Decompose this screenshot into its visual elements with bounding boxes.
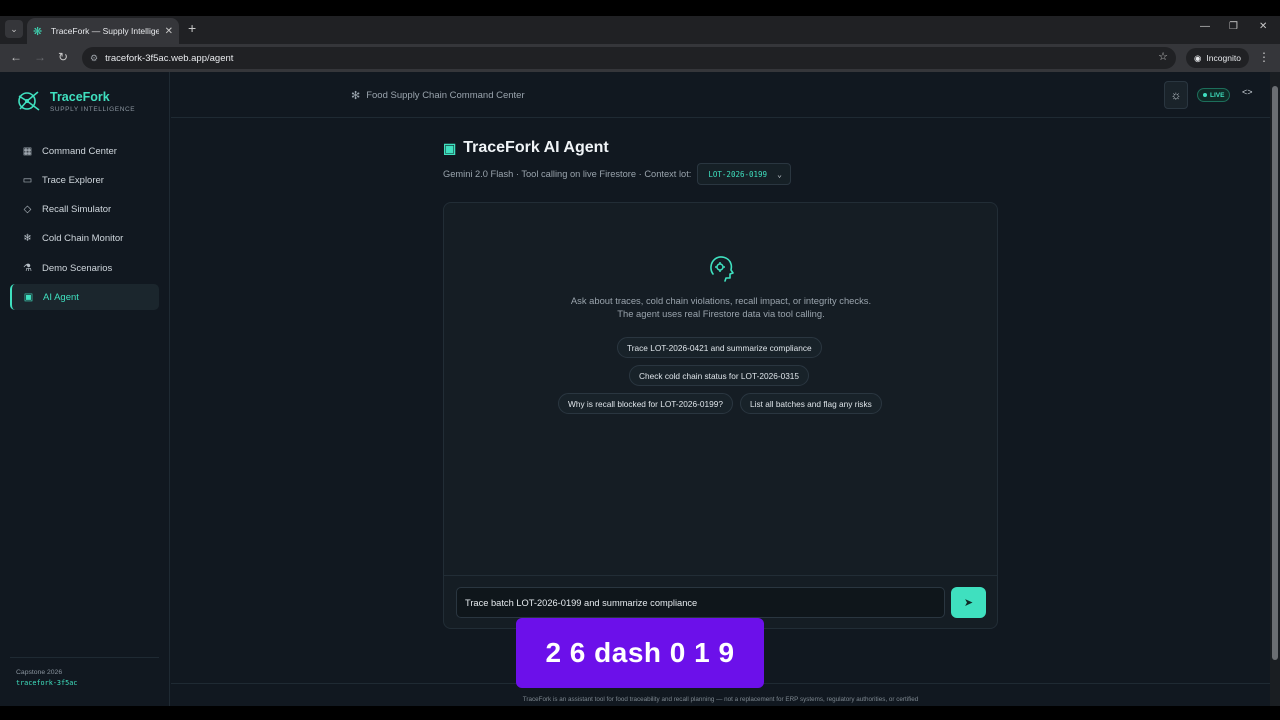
network-icon: ✻ bbox=[351, 90, 361, 102]
tracefork-favicon-icon: ❋ bbox=[33, 25, 43, 38]
chevron-down-icon: ⌄ bbox=[777, 169, 782, 179]
sidebar-item-label: Trace Explorer bbox=[42, 174, 104, 186]
brain-gear-icon bbox=[710, 256, 734, 282]
browser-menu-icon[interactable]: ⋮ bbox=[1258, 50, 1270, 64]
snowflake-icon: ❄ bbox=[23, 233, 32, 245]
page-title: ▣ TraceFork AI Agent bbox=[443, 139, 609, 157]
page-scrollbar[interactable] bbox=[1270, 72, 1280, 706]
incognito-label: Incognito bbox=[1206, 53, 1241, 63]
agent-intro-text: Ask about traces, cold chain violations,… bbox=[570, 295, 872, 319]
suggestion-chip[interactable]: Trace LOT-2026-0421 and summarize compli… bbox=[617, 337, 822, 358]
window-close-icon[interactable]: ✕ bbox=[1259, 21, 1267, 32]
header-title: ✻ Food Supply Chain Command Center bbox=[351, 89, 525, 102]
letterbox-bottom bbox=[0, 706, 1280, 720]
flask-icon: ⚗ bbox=[23, 262, 32, 274]
live-dot-icon bbox=[1203, 93, 1207, 97]
suggestion-chip[interactable]: List all batches and flag any risks bbox=[740, 393, 882, 414]
robot-icon: ▣ bbox=[23, 291, 34, 303]
diamond-icon: ◇ bbox=[23, 204, 32, 216]
code-icon[interactable]: <> bbox=[1242, 87, 1253, 97]
sidebar: TraceFork SUPPLY INTELLIGENCE ▦ Command … bbox=[0, 72, 170, 706]
tab-close-icon[interactable]: ✕ bbox=[165, 26, 173, 37]
send-button[interactable]: ➤ bbox=[951, 587, 986, 618]
sidebar-item-trace-explorer[interactable]: ▭ Trace Explorer bbox=[10, 167, 159, 193]
robot-icon: ▣ bbox=[443, 139, 457, 156]
site-info-icon[interactable]: ⚙ bbox=[90, 53, 98, 64]
app-header: ✻ Food Supply Chain Command Center ☼ LIV… bbox=[171, 72, 1270, 118]
live-badge: LIVE bbox=[1197, 88, 1231, 102]
bookmark-star-icon[interactable]: ☆ bbox=[1158, 50, 1168, 63]
theme-toggle-button[interactable]: ☼ bbox=[1164, 81, 1188, 109]
page-subtitle-text: Gemini 2.0 Flash · Tool calling on live … bbox=[443, 169, 692, 179]
sidebar-item-demo-scenarios[interactable]: ⚗ Demo Scenarios bbox=[10, 255, 159, 281]
tab-search-button[interactable]: ⌄ bbox=[5, 20, 23, 38]
maximize-icon[interactable]: ❐ bbox=[1229, 21, 1238, 32]
send-icon: ➤ bbox=[963, 597, 974, 609]
forward-icon[interactable]: → bbox=[34, 50, 46, 64]
sidebar-nav: ▦ Command Center ▭ Trace Explorer ◇ Reca… bbox=[10, 138, 159, 314]
sidebar-item-label: Recall Simulator bbox=[42, 204, 112, 216]
chat-panel: Ask about traces, cold chain violations,… bbox=[443, 202, 998, 629]
sun-icon: ☼ bbox=[1170, 88, 1182, 102]
brand[interactable]: TraceFork SUPPLY INTELLIGENCE bbox=[16, 88, 135, 114]
sidebar-item-label: Command Center bbox=[42, 145, 117, 157]
reload-icon[interactable]: ↻ bbox=[58, 50, 68, 64]
url-text: tracefork-3f5ac.web.app/agent bbox=[105, 52, 234, 64]
tab-title: TraceFork — Supply Intelligence bbox=[51, 26, 159, 36]
suggestion-chip[interactable]: Why is recall blocked for LOT-2026-0199? bbox=[558, 393, 733, 414]
sidebar-item-recall-simulator[interactable]: ◇ Recall Simulator bbox=[10, 197, 159, 223]
sidebar-item-command-center[interactable]: ▦ Command Center bbox=[10, 138, 159, 164]
scrollbar-thumb[interactable] bbox=[1272, 86, 1278, 660]
context-lot-select[interactable]: LOT-2026-0199 ⌄ bbox=[697, 163, 791, 185]
browser-tab[interactable]: ❋ TraceFork — Supply Intelligence ✕ bbox=[27, 18, 179, 44]
browser-tabstrip: ⌄ ❋ TraceFork — Supply Intelligence ✕ + … bbox=[0, 16, 1280, 44]
browser-toolbar: ← → ↻ ⚙ tracefork-3f5ac.web.app/agent ☆ … bbox=[0, 44, 1280, 72]
header-title-text: Food Supply Chain Command Center bbox=[366, 90, 525, 101]
minimize-icon[interactable]: — bbox=[1200, 21, 1210, 32]
live-label: LIVE bbox=[1210, 91, 1225, 99]
sidebar-item-label: AI Agent bbox=[43, 291, 79, 303]
address-bar[interactable]: ⚙ tracefork-3f5ac.web.app/agent ☆ bbox=[82, 47, 1176, 69]
monitor-icon: ▭ bbox=[22, 174, 33, 186]
chat-input[interactable]: Trace batch LOT-2026-0199 and summarize … bbox=[456, 587, 945, 618]
letterbox-top bbox=[0, 0, 1280, 16]
brand-subtitle: SUPPLY INTELLIGENCE bbox=[50, 105, 136, 113]
video-caption-overlay: 2 6 dash 0 1 9 bbox=[516, 618, 764, 688]
back-icon[interactable]: ← bbox=[10, 50, 22, 64]
app-root: TraceFork SUPPLY INTELLIGENCE ▦ Command … bbox=[0, 72, 1270, 706]
incognito-icon: ◉ bbox=[1194, 52, 1202, 63]
composer-divider bbox=[444, 575, 997, 576]
context-lot-value: LOT-2026-0199 bbox=[708, 169, 768, 179]
sidebar-item-label: Cold Chain Monitor bbox=[42, 233, 124, 245]
brand-name: TraceFork bbox=[50, 89, 110, 104]
sidebar-item-ai-agent[interactable]: ▣ AI Agent bbox=[10, 284, 159, 311]
capstone-caption: Capstone 2026 bbox=[16, 669, 63, 676]
incognito-badge[interactable]: ◉ Incognito bbox=[1186, 48, 1249, 68]
sidebar-item-cold-chain-monitor[interactable]: ❄ Cold Chain Monitor bbox=[10, 226, 159, 252]
tracefork-logo-icon bbox=[18, 91, 40, 111]
new-tab-button[interactable]: + bbox=[188, 20, 196, 36]
project-id: tracefork-3f5ac bbox=[16, 679, 78, 687]
sidebar-item-label: Demo Scenarios bbox=[42, 262, 113, 274]
suggestion-chip[interactable]: Check cold chain status for LOT-2026-031… bbox=[629, 365, 810, 386]
footer-disclaimer: TraceFork is an assistant tool for food … bbox=[522, 696, 919, 703]
sidebar-footer: Capstone 2026 tracefork-3f5ac bbox=[10, 657, 159, 687]
page-subtitle: Gemini 2.0 Flash · Tool calling on live … bbox=[443, 163, 791, 185]
page-title-text: TraceFork AI Agent bbox=[463, 139, 609, 156]
grid-icon: ▦ bbox=[22, 145, 33, 157]
